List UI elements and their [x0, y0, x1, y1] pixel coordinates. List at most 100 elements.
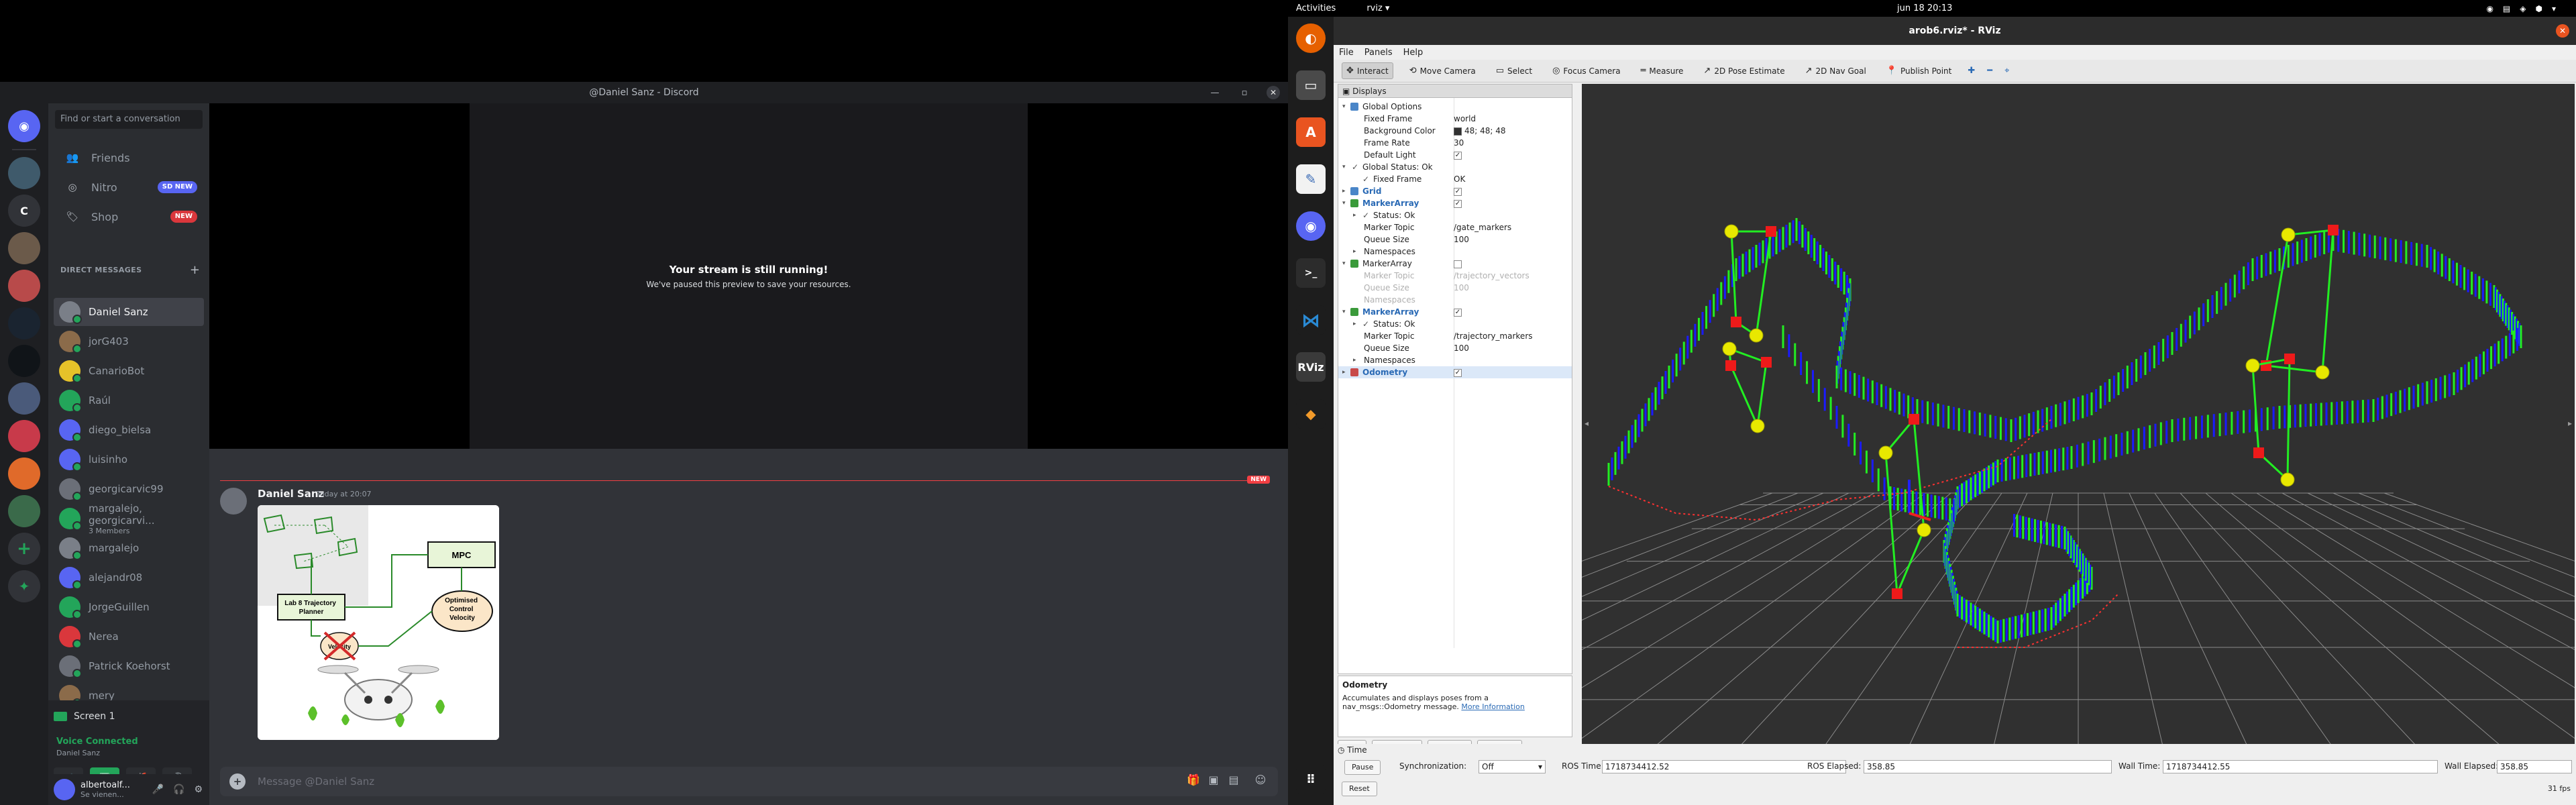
- headphones-icon[interactable]: 🎧: [173, 784, 184, 795]
- dm-item[interactable]: Patrick Koehorst: [54, 652, 204, 680]
- tree-status[interactable]: ▸ ✓ Status: Ok: [1338, 209, 1572, 221]
- server-icon[interactable]: [8, 232, 40, 264]
- tree-status-fixed-frame[interactable]: ✓ Fixed Frame OK: [1338, 173, 1572, 185]
- tree-background-color[interactable]: Background Color 48; 48; 48: [1338, 125, 1572, 137]
- avatar[interactable]: [220, 488, 247, 515]
- sync-select[interactable]: Off ▾: [1479, 760, 1546, 773]
- dm-item[interactable]: jorG403: [54, 327, 204, 356]
- close-icon[interactable]: ✕: [2556, 24, 2569, 38]
- message-author[interactable]: Daniel Sanz: [258, 488, 324, 500]
- enable-checkbox[interactable]: ✓: [1454, 368, 1462, 377]
- screen-share-item[interactable]: Screen 1: [54, 704, 204, 729]
- tree-global-status[interactable]: ▾ ✓ Global Status: Ok: [1338, 161, 1572, 173]
- software-icon[interactable]: A: [1296, 117, 1326, 147]
- tree-grid[interactable]: ▸ Grid ✓: [1338, 185, 1572, 197]
- close-icon[interactable]: ✕: [1267, 86, 1280, 99]
- tool-focus-camera[interactable]: ◎ Focus Camera: [1548, 63, 1625, 78]
- explore-icon[interactable]: ✦: [8, 570, 40, 602]
- gear-icon[interactable]: ⚙: [194, 784, 203, 795]
- tree-value[interactable]: [1451, 258, 1462, 270]
- dm-item[interactable]: JorgeGuillen: [54, 593, 204, 621]
- dm-item[interactable]: margalejo: [54, 534, 204, 562]
- minus-icon[interactable]: ━: [1987, 66, 1992, 76]
- layers-icon[interactable]: ◆: [1296, 399, 1326, 429]
- server-icon[interactable]: [8, 495, 40, 527]
- tool-2d-nav-goal[interactable]: ↗ 2D Nav Goal: [1801, 63, 1870, 78]
- tree-odometry[interactable]: ▸ Odometry ✓: [1338, 366, 1572, 378]
- dm-item[interactable]: Raúl: [54, 386, 204, 415]
- dm-item[interactable]: diego_bielsa: [54, 416, 204, 444]
- nav-shop[interactable]: 🏷 Shop NEW: [54, 203, 204, 231]
- tree-queue-size[interactable]: Queue Size 100: [1338, 282, 1572, 294]
- plus-icon[interactable]: ✚: [1968, 66, 1975, 76]
- pause-button[interactable]: Pause: [1344, 760, 1381, 775]
- stream-preview[interactable]: Your stream is still running! We've paus…: [209, 103, 1288, 449]
- menu-help[interactable]: Help: [1403, 48, 1424, 58]
- tree-marker-array-3[interactable]: ▾ MarkerArray ✓: [1338, 306, 1572, 318]
- avatar[interactable]: [54, 779, 75, 800]
- maximize-icon[interactable]: ▫: [1237, 88, 1252, 98]
- tree-global-options[interactable]: ▾ Global Options: [1338, 101, 1572, 113]
- tool-interact[interactable]: ✥ Interact: [1342, 62, 1393, 79]
- sticker-icon[interactable]: ▤: [1226, 773, 1242, 790]
- 3d-viewport[interactable]: ◂ ▸: [1582, 84, 2575, 757]
- tool-publish-point[interactable]: 📍 Publish Point: [1882, 63, 1956, 78]
- expand-right-icon[interactable]: ▸: [1353, 318, 1356, 330]
- expand-down-icon[interactable]: ▾: [1342, 161, 1346, 173]
- dm-item[interactable]: luisinho: [54, 445, 204, 474]
- server-icon[interactable]: [8, 458, 40, 490]
- tree-value[interactable]: ✓: [1451, 185, 1462, 197]
- add-server-icon[interactable]: +: [8, 533, 40, 565]
- dm-item[interactable]: margalejo, georgicarvi... 3 Members: [54, 502, 204, 535]
- tree-queue-size[interactable]: Queue Size 100: [1338, 233, 1572, 246]
- enable-checkbox[interactable]: ✓: [1454, 199, 1462, 208]
- tree-value[interactable]: ✓: [1451, 197, 1462, 209]
- tree-marker-array-1[interactable]: ▾ MarkerArray ✓: [1338, 197, 1572, 209]
- create-dm-icon[interactable]: +: [190, 263, 200, 277]
- nav-friends[interactable]: 👥 Friends: [54, 144, 204, 172]
- server-icon[interactable]: [8, 157, 40, 189]
- server-icon[interactable]: [8, 420, 40, 452]
- enable-checkbox[interactable]: [1454, 260, 1462, 268]
- tool-select[interactable]: ▭ Select: [1492, 63, 1536, 78]
- tree-queue-size[interactable]: Queue Size 100: [1338, 342, 1572, 354]
- system-tray[interactable]: ◉▤◈⬢▾: [2486, 4, 2565, 13]
- firefox-icon[interactable]: ◐: [1296, 23, 1326, 53]
- emoji-icon[interactable]: ☺: [1252, 773, 1269, 790]
- show-apps-icon[interactable]: ⠿: [1296, 765, 1326, 794]
- gif-icon[interactable]: ▣: [1205, 773, 1222, 790]
- server-icon[interactable]: [8, 345, 40, 377]
- enable-checkbox[interactable]: ✓: [1454, 187, 1462, 196]
- expand-down-icon[interactable]: ▾: [1342, 258, 1346, 270]
- mic-icon[interactable]: 🎤: [152, 784, 164, 795]
- expand-right-icon[interactable]: ▸: [1342, 366, 1346, 378]
- message-image[interactable]: MPC Lab 8 Trajectory Planner Optimised C…: [258, 505, 499, 740]
- server-icon[interactable]: [8, 382, 40, 415]
- message-input[interactable]: + Message @Daniel Sanz 🎁 ▣ ▤ ☺: [220, 767, 1278, 796]
- tree-namespaces[interactable]: Namespaces: [1338, 294, 1572, 306]
- server-icon[interactable]: [8, 270, 40, 302]
- tool-measure[interactable]: ═ Measure: [1637, 63, 1688, 78]
- expand-right-icon[interactable]: ▸: [1353, 354, 1356, 366]
- tool-2d-pose-estimate[interactable]: ↗ 2D Pose Estimate: [1699, 63, 1788, 78]
- tree-value[interactable]: ✓: [1451, 306, 1462, 318]
- minimize-icon[interactable]: —: [1208, 88, 1222, 98]
- menu-file[interactable]: File: [1339, 48, 1354, 58]
- dm-item[interactable]: Daniel Sanz: [54, 298, 204, 326]
- dm-item[interactable]: georgicarvic99: [54, 475, 204, 503]
- expand-down-icon[interactable]: ▾: [1342, 101, 1346, 113]
- server-icon[interactable]: [8, 307, 40, 339]
- tool-move-camera[interactable]: ⟲ Move Camera: [1405, 63, 1480, 78]
- tree-value[interactable]: ✓: [1451, 149, 1462, 161]
- crosshair-icon[interactable]: ⌖: [2004, 66, 2009, 76]
- tree-marker-topic[interactable]: Marker Topic/gate_markers: [1338, 221, 1572, 233]
- enable-checkbox[interactable]: ✓: [1454, 151, 1462, 160]
- expand-down-icon[interactable]: ▾: [1342, 306, 1346, 318]
- tree-fixed-frame[interactable]: Fixed Frame world: [1338, 113, 1572, 125]
- expand-down-icon[interactable]: ▾: [1342, 197, 1346, 209]
- app-menu[interactable]: rviz ▾: [1366, 3, 1389, 13]
- menu-panels[interactable]: Panels: [1364, 48, 1393, 58]
- expand-right-icon[interactable]: ▸: [1353, 246, 1356, 258]
- clock[interactable]: jun 18 20:13: [1897, 3, 1952, 13]
- expand-right-icon[interactable]: ▸: [1353, 209, 1356, 221]
